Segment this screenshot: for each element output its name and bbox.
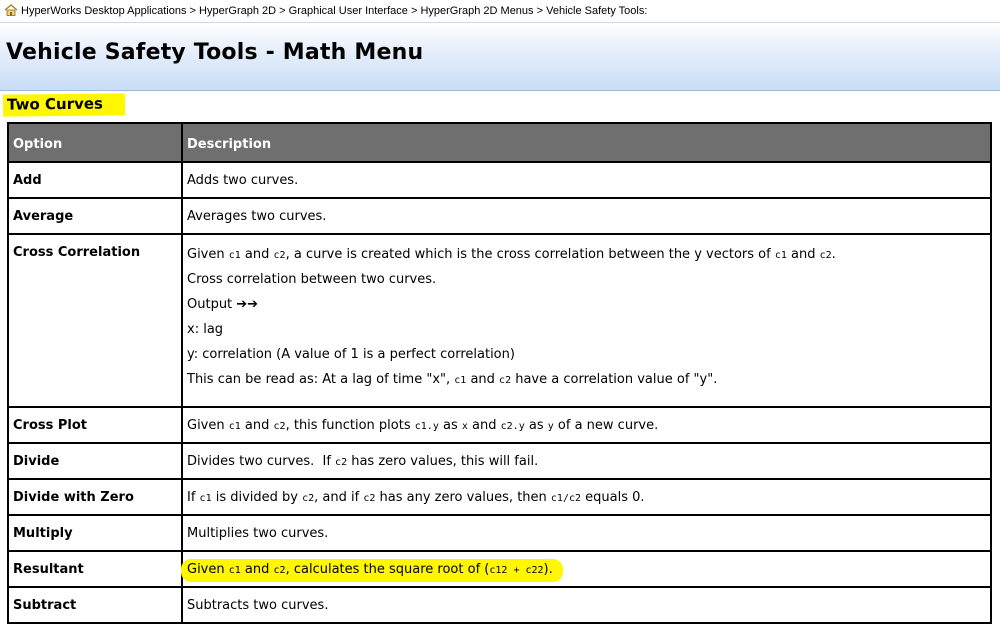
code-fragment: c1 — [228, 564, 241, 576]
text-fragment: and — [466, 372, 500, 387]
code-fragment: c22 — [525, 564, 544, 576]
text-fragment: ). — [543, 561, 553, 577]
text-fragment: and — [240, 247, 274, 262]
breadcrumb-item-vehicle-safety[interactable]: Vehicle Safety Tools: — [546, 5, 647, 17]
code-fragment: + — [507, 564, 526, 576]
code-fragment: c1/c2 — [550, 492, 582, 504]
option-description: Averages two curves. — [181, 197, 992, 235]
text-fragment: has zero values, this will fail. — [347, 453, 539, 469]
description-line: Given c1 and c2, a curve is created whic… — [187, 245, 986, 270]
code-fragment: c2.y — [500, 420, 525, 432]
table-row-subtract: Subtract Subtracts two curves. — [7, 586, 992, 624]
text-fragment: equals 0. — [581, 489, 645, 505]
text-fragment: has any zero values, then — [375, 489, 551, 505]
option-name: Subtract — [7, 586, 183, 624]
text-fragment: and — [240, 561, 274, 577]
option-description: Divides two curves. If c2 has zero value… — [181, 442, 992, 480]
highlight-mark: Given c1 and c2, calculates the square r… — [181, 558, 563, 582]
text-fragment: , this function plots — [285, 417, 415, 433]
text-fragment: as — [524, 417, 548, 433]
table-row-multiply: Multiply Multiplies two curves. — [7, 514, 992, 552]
title-banner: Vehicle Safety Tools - Math Menu — [0, 23, 1000, 91]
text-fragment: Given — [187, 247, 229, 262]
text-fragment: Given — [187, 561, 229, 577]
option-description: Multiplies two curves. — [181, 514, 992, 552]
home-icon[interactable] — [4, 4, 18, 16]
text-fragment: , a curve is created which is the cross … — [285, 247, 775, 262]
text-fragment: , calculates the square root of ( — [285, 561, 490, 577]
option-description: If c1 is divided by c2, and if c2 has an… — [181, 478, 992, 516]
text-fragment: , and if — [314, 489, 364, 505]
code-fragment: c1 — [454, 375, 467, 386]
option-name: Multiply — [7, 514, 183, 552]
option-name: Resultant — [7, 550, 183, 588]
text-fragment: Divides two curves. If — [187, 453, 336, 469]
code-fragment: c12 — [489, 564, 508, 576]
breadcrumb-separator: > — [536, 5, 544, 17]
text-fragment: This can be read as: At a lag of time "x… — [187, 372, 455, 387]
breadcrumb: HyperWorks Desktop Applications > HyperG… — [0, 0, 1000, 23]
table-row-divide-with-zero: Divide with Zero If c1 is divided by c2,… — [7, 478, 992, 516]
description-line: y: correlation (A value of 1 is a perfec… — [187, 347, 515, 362]
text-fragment: . — [831, 247, 836, 262]
text-fragment: Given — [187, 417, 229, 433]
breadcrumb-item-hyperworks[interactable]: HyperWorks Desktop Applications — [21, 5, 186, 17]
text-fragment: have a correlation value of "y". — [511, 372, 718, 387]
table-row-cross-correlation: Cross Correlation Given c1 and c2, a cur… — [7, 233, 992, 408]
breadcrumb-separator: > — [410, 5, 418, 17]
code-fragment: c2 — [363, 492, 376, 504]
code-fragment: c2 — [302, 492, 315, 504]
code-fragment: c2 — [273, 564, 286, 576]
option-description: Adds two curves. — [181, 161, 992, 199]
section-heading: Two Curves — [2, 93, 126, 117]
page-title: Vehicle Safety Tools - Math Menu — [6, 40, 424, 65]
breadcrumb-item-menus[interactable]: HyperGraph 2D Menus — [420, 5, 533, 17]
options-table: Option Description Add Adds two curves. … — [7, 122, 992, 624]
text-fragment: and — [786, 247, 820, 262]
table-row-add: Add Adds two curves. — [7, 161, 992, 199]
table-row-cross-plot: Cross Plot Given c1 and c2, this functio… — [7, 406, 992, 444]
code-fragment: c2 — [273, 250, 286, 261]
description-line: Output ➔➔ — [187, 297, 259, 312]
table-header-row: Option Description — [7, 122, 992, 163]
table-row-resultant: Resultant Given c1 and c2, calculates th… — [7, 550, 992, 588]
option-name: Cross Plot — [7, 406, 183, 444]
column-header-option: Option — [7, 122, 183, 163]
text-fragment: and — [467, 417, 501, 433]
option-name: Average — [7, 197, 183, 235]
option-name: Add — [7, 161, 183, 199]
breadcrumb-separator: > — [279, 5, 286, 17]
breadcrumb-item-gui[interactable]: Graphical User Interface — [289, 5, 408, 17]
breadcrumb-item-hypergraph[interactable]: HyperGraph 2D — [199, 5, 276, 17]
option-description: Given c1 and c2, this function plots c1.… — [181, 406, 992, 444]
option-name: Cross Correlation — [7, 233, 183, 408]
code-fragment: c1 — [199, 492, 212, 504]
description-line: Cross correlation between two curves. — [187, 272, 437, 287]
code-fragment: c1.y — [414, 420, 439, 432]
code-fragment: c1 — [774, 250, 787, 261]
option-name: Divide with Zero — [7, 478, 183, 516]
text-fragment: and — [240, 417, 274, 433]
breadcrumb-separator: > — [189, 5, 196, 17]
option-description: Given c1 and c2, calculates the square r… — [181, 550, 992, 588]
text-fragment: is divided by — [211, 489, 303, 505]
column-header-description: Description — [181, 122, 992, 163]
table-row-average: Average Averages two curves. — [7, 197, 992, 235]
code-fragment: c2 — [273, 420, 286, 432]
description-line: This can be read as: At a lag of time "x… — [187, 370, 986, 395]
option-description: Subtracts two curves. — [181, 586, 992, 624]
text-fragment: If — [187, 489, 200, 505]
text-fragment: as — [438, 417, 462, 433]
table-row-divide: Divide Divides two curves. If c2 has zer… — [7, 442, 992, 480]
option-description: Given c1 and c2, a curve is created whic… — [181, 233, 992, 408]
code-fragment: c1 — [228, 250, 241, 261]
code-fragment: c1 — [228, 420, 241, 432]
text-fragment: of a new curve. — [553, 417, 659, 433]
option-name: Divide — [7, 442, 183, 480]
code-fragment: c2 — [499, 375, 512, 386]
description-line: x: lag — [187, 322, 224, 337]
code-fragment: c2 — [335, 456, 348, 468]
code-fragment: c2 — [819, 250, 832, 261]
